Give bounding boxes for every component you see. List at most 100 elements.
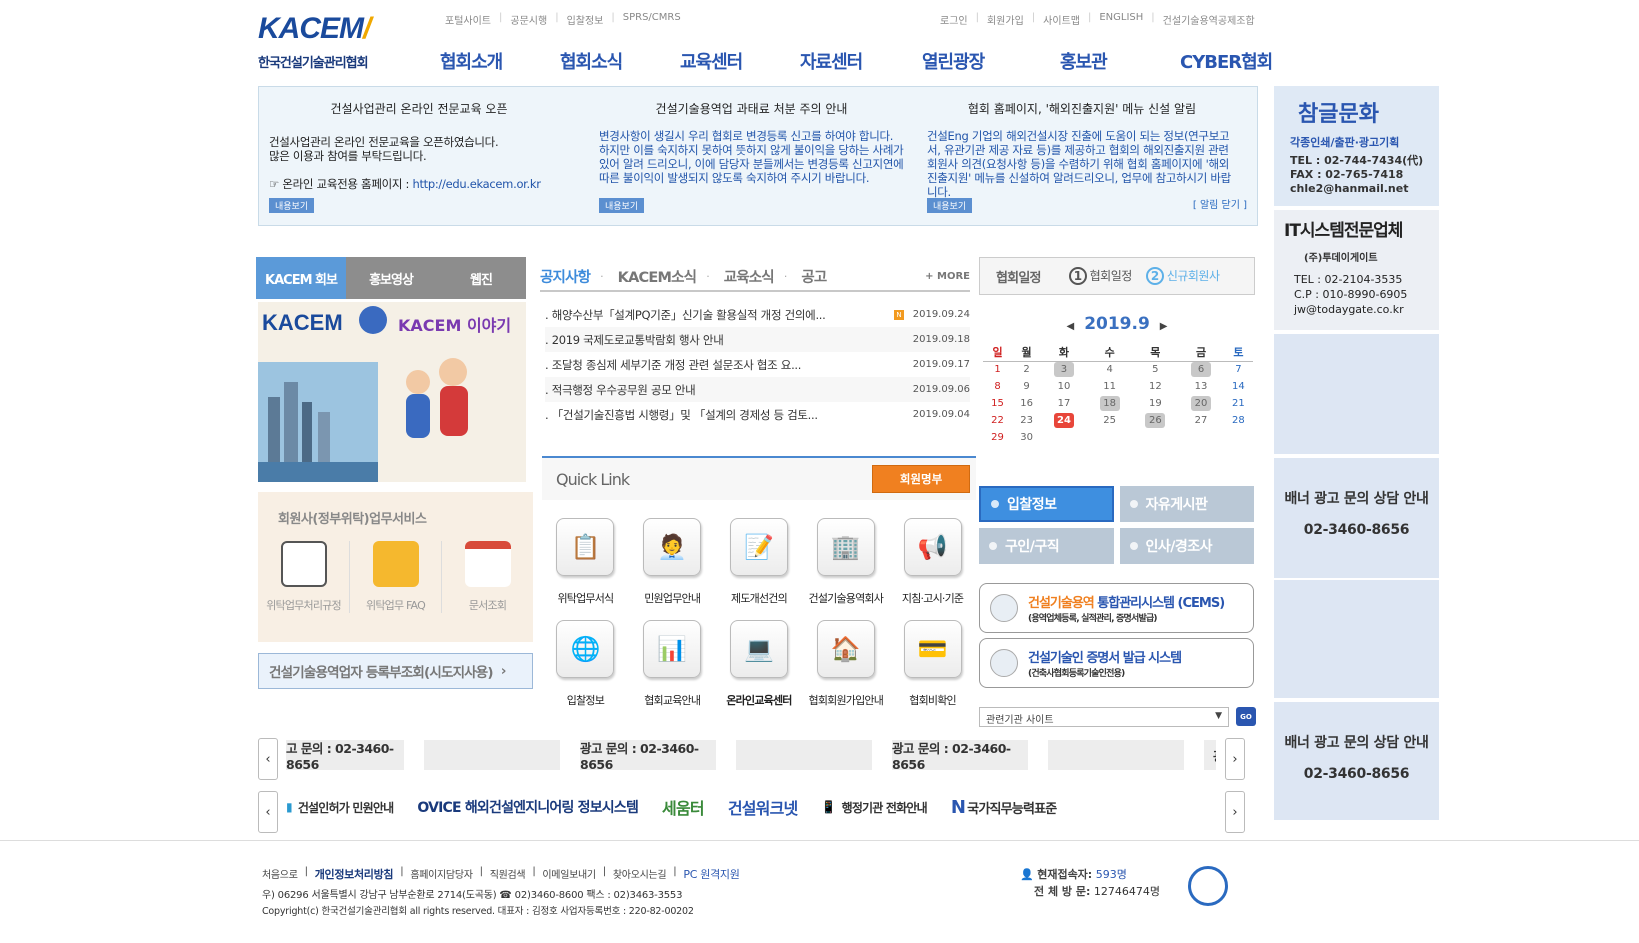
quick-item[interactable]: 🏠 협회회원가입안내 bbox=[802, 620, 889, 708]
service-regulation[interactable]: 위탁업무처리규정 bbox=[258, 541, 349, 613]
nav-cyber[interactable]: CYBER협회 bbox=[1180, 48, 1273, 74]
quick-item[interactable]: 🏢 건설기술용역회사 bbox=[802, 518, 889, 606]
logo-next-button[interactable]: › bbox=[1225, 791, 1245, 833]
email-link[interactable]: 이메일보내기 bbox=[542, 866, 596, 882]
calendar-day[interactable]: 10 bbox=[1041, 378, 1087, 395]
calendar-day[interactable]: 25 bbox=[1087, 412, 1133, 429]
ad-inquiry-banner[interactable]: 배너 광고 문의 상담 안내 02-3460-8656 bbox=[1274, 702, 1439, 820]
privacy-link[interactable]: 개인정보처리방침 bbox=[315, 866, 394, 882]
quick-item[interactable]: 💳 협회비확인 bbox=[889, 620, 976, 708]
list-item[interactable]: . 해양수산부「설계PQ기준」신기술 활용실적 개정 건의에... N 2019.0… bbox=[545, 302, 970, 327]
calendar-day[interactable]: 16 bbox=[1012, 395, 1041, 412]
ad-next-button[interactable]: › bbox=[1225, 738, 1245, 780]
list-item[interactable]: . 2019 국제도로교통박람회 행사 안내 2019.09.18 bbox=[545, 327, 970, 352]
staff-search-link[interactable]: 직원검색 bbox=[490, 866, 526, 882]
calendar-day[interactable]: 27 bbox=[1178, 412, 1224, 429]
ad-inquiry-banner[interactable]: 배너 광고 문의 상담 안내 02-3460-8656 bbox=[1274, 458, 1439, 578]
quick-item[interactable]: 📊 협회교육안내 bbox=[629, 620, 716, 708]
quick-item[interactable]: 📢 지침·고시·기준 bbox=[889, 518, 976, 606]
quick-item[interactable]: 🌐 입찰정보 bbox=[542, 620, 629, 708]
calendar-day[interactable]: 26 bbox=[1133, 412, 1179, 429]
directions-link[interactable]: 찾아오시는길 bbox=[613, 866, 667, 882]
calendar-day[interactable]: 19 bbox=[1133, 395, 1179, 412]
tab-video[interactable]: 홍보영상 bbox=[346, 257, 436, 299]
sitemap-link[interactable]: 사이트맵 bbox=[1043, 12, 1080, 27]
tab-schedule[interactable]: 협회일정 bbox=[996, 267, 1041, 286]
quick-item[interactable]: 🧑‍💼 민원업무안내 bbox=[629, 518, 716, 606]
ad-banner-empty[interactable] bbox=[1274, 334, 1439, 454]
job-board-button[interactable]: 구인/구직 bbox=[979, 528, 1114, 564]
ad-banner-empty[interactable] bbox=[1274, 580, 1439, 698]
calendar-day[interactable]: 23 bbox=[1012, 412, 1041, 429]
cems-button[interactable]: 건설기술용역 통합관리시스템 (CEMS) (용역업체등록, 실적관리, 증명서발… bbox=[979, 583, 1254, 633]
calendar-day[interactable]: 14 bbox=[1224, 378, 1253, 395]
calendar-day[interactable]: 2 bbox=[1012, 361, 1041, 378]
tab-newsletter[interactable]: KACEM 회보 bbox=[256, 257, 346, 299]
tab-new-members[interactable]: 2 신규회원사 bbox=[1145, 267, 1220, 285]
calendar-day[interactable]: 6 bbox=[1178, 361, 1224, 378]
calendar-day[interactable]: 29 bbox=[983, 429, 1012, 446]
member-directory-button[interactable]: 회원명부 bbox=[872, 465, 970, 493]
calendar-day[interactable]: 12 bbox=[1133, 378, 1179, 395]
util-link[interactable]: SPRS/CMRS bbox=[623, 12, 681, 27]
calendar-day[interactable]: 15 bbox=[983, 395, 1012, 412]
calendar-day[interactable]: 9 bbox=[1012, 378, 1041, 395]
service-document[interactable]: 문서조회 bbox=[442, 541, 533, 613]
view-button[interactable]: 내용보기 bbox=[927, 198, 973, 213]
ad-slot[interactable] bbox=[424, 740, 560, 770]
join-link[interactable]: 회원가입 bbox=[987, 12, 1024, 27]
partner-logo[interactable]: 📱 행정기관 전화안내 bbox=[821, 799, 927, 816]
free-board-button[interactable]: 자유게시판 bbox=[1119, 486, 1254, 522]
next-month-icon[interactable]: ▶ bbox=[1160, 321, 1168, 332]
calendar-day[interactable]: 17 bbox=[1041, 395, 1087, 412]
calendar-day[interactable]: 8 bbox=[983, 378, 1012, 395]
calendar-day[interactable]: 4 bbox=[1087, 361, 1133, 378]
nav-forum[interactable]: 열린광장 bbox=[922, 48, 1060, 74]
util-link[interactable]: 입찰정보 bbox=[567, 12, 604, 27]
calendar-day[interactable]: 30 bbox=[1012, 429, 1041, 446]
ad-slot[interactable]: 광고 bbox=[1204, 740, 1216, 770]
english-link[interactable]: ENGLISH bbox=[1099, 12, 1143, 27]
calendar-day[interactable]: 13 bbox=[1178, 378, 1224, 395]
calendar-day[interactable]: 18 bbox=[1087, 395, 1133, 412]
util-link[interactable]: 포털사이트 bbox=[445, 12, 491, 27]
webmaster-link[interactable]: 홈페이지담당자 bbox=[410, 866, 473, 882]
calendar-day[interactable]: 3 bbox=[1041, 361, 1087, 378]
partner-logo[interactable]: 건설워크넷 bbox=[728, 795, 798, 819]
go-button[interactable]: GO bbox=[1236, 707, 1256, 726]
tab-announcement[interactable]: 공고 bbox=[801, 266, 827, 287]
list-item[interactable]: . 적극행정 우수공무원 공모 안내 2019.09.06 bbox=[545, 377, 970, 402]
close-notice-button[interactable]: [ 알림 닫기 ] bbox=[1193, 196, 1247, 211]
partner-logo[interactable]: N 국가직무능력표준 bbox=[951, 797, 1057, 818]
site-logo[interactable]: KACEM/ 한국건설기술관리협회 bbox=[258, 12, 398, 74]
calendar-day[interactable]: 5 bbox=[1133, 361, 1179, 378]
tab-assoc-schedule[interactable]: 1 협회일정 bbox=[1068, 267, 1132, 285]
calendar-day[interactable]: 7 bbox=[1224, 361, 1253, 378]
quick-item[interactable]: 📝 제도개선건의 bbox=[716, 518, 803, 606]
union-link[interactable]: 건설기술용역공제조합 bbox=[1163, 12, 1255, 27]
bid-info-button[interactable]: 입찰정보 bbox=[979, 486, 1114, 522]
logo-prev-button[interactable]: ‹ bbox=[258, 791, 278, 833]
view-button[interactable]: 내용보기 bbox=[599, 198, 645, 213]
ad-banner-print[interactable]: 참글문화 각종인쇄/출판·광고기획 TEL : 02-744-7434(代) FA… bbox=[1274, 86, 1439, 206]
tab-webzine[interactable]: 웹진 bbox=[436, 257, 526, 299]
related-sites-select[interactable]: 관련기관 사이트 ▼ bbox=[979, 707, 1229, 727]
ad-slot[interactable]: 고 문의 : 02-3460-8656 bbox=[286, 740, 404, 770]
calendar-day[interactable]: 22 bbox=[983, 412, 1012, 429]
calendar-day[interactable]: 20 bbox=[1178, 395, 1224, 412]
util-link[interactable]: 공문시행 bbox=[510, 12, 547, 27]
list-item[interactable]: . 조달청 종심제 세부기준 개정 관련 설문조사 협조 요... 2019.09… bbox=[545, 352, 970, 377]
tab-edu-news[interactable]: 교육소식 bbox=[724, 266, 775, 287]
tab-kacem-news[interactable]: KACEM소식 bbox=[618, 266, 697, 287]
view-button[interactable]: 내용보기 bbox=[269, 198, 315, 213]
registry-lookup-button[interactable]: 건설기술용역업자 등록부조회(시도지사용) › bbox=[258, 653, 533, 689]
prev-month-icon[interactable]: ◀ bbox=[1066, 321, 1074, 332]
nav-pr[interactable]: 홍보관 bbox=[1060, 48, 1180, 74]
edu-url-link[interactable]: http://edu.ekacem.or.kr bbox=[412, 177, 541, 191]
login-link[interactable]: 로그인 bbox=[940, 12, 968, 27]
ad-prev-button[interactable]: ‹ bbox=[258, 738, 278, 780]
nav-education[interactable]: 교육센터 bbox=[680, 48, 800, 74]
calendar-day[interactable]: 11 bbox=[1087, 378, 1133, 395]
partner-logo[interactable]: 세움터 bbox=[662, 795, 705, 819]
nav-resources[interactable]: 자료센터 bbox=[800, 48, 922, 74]
